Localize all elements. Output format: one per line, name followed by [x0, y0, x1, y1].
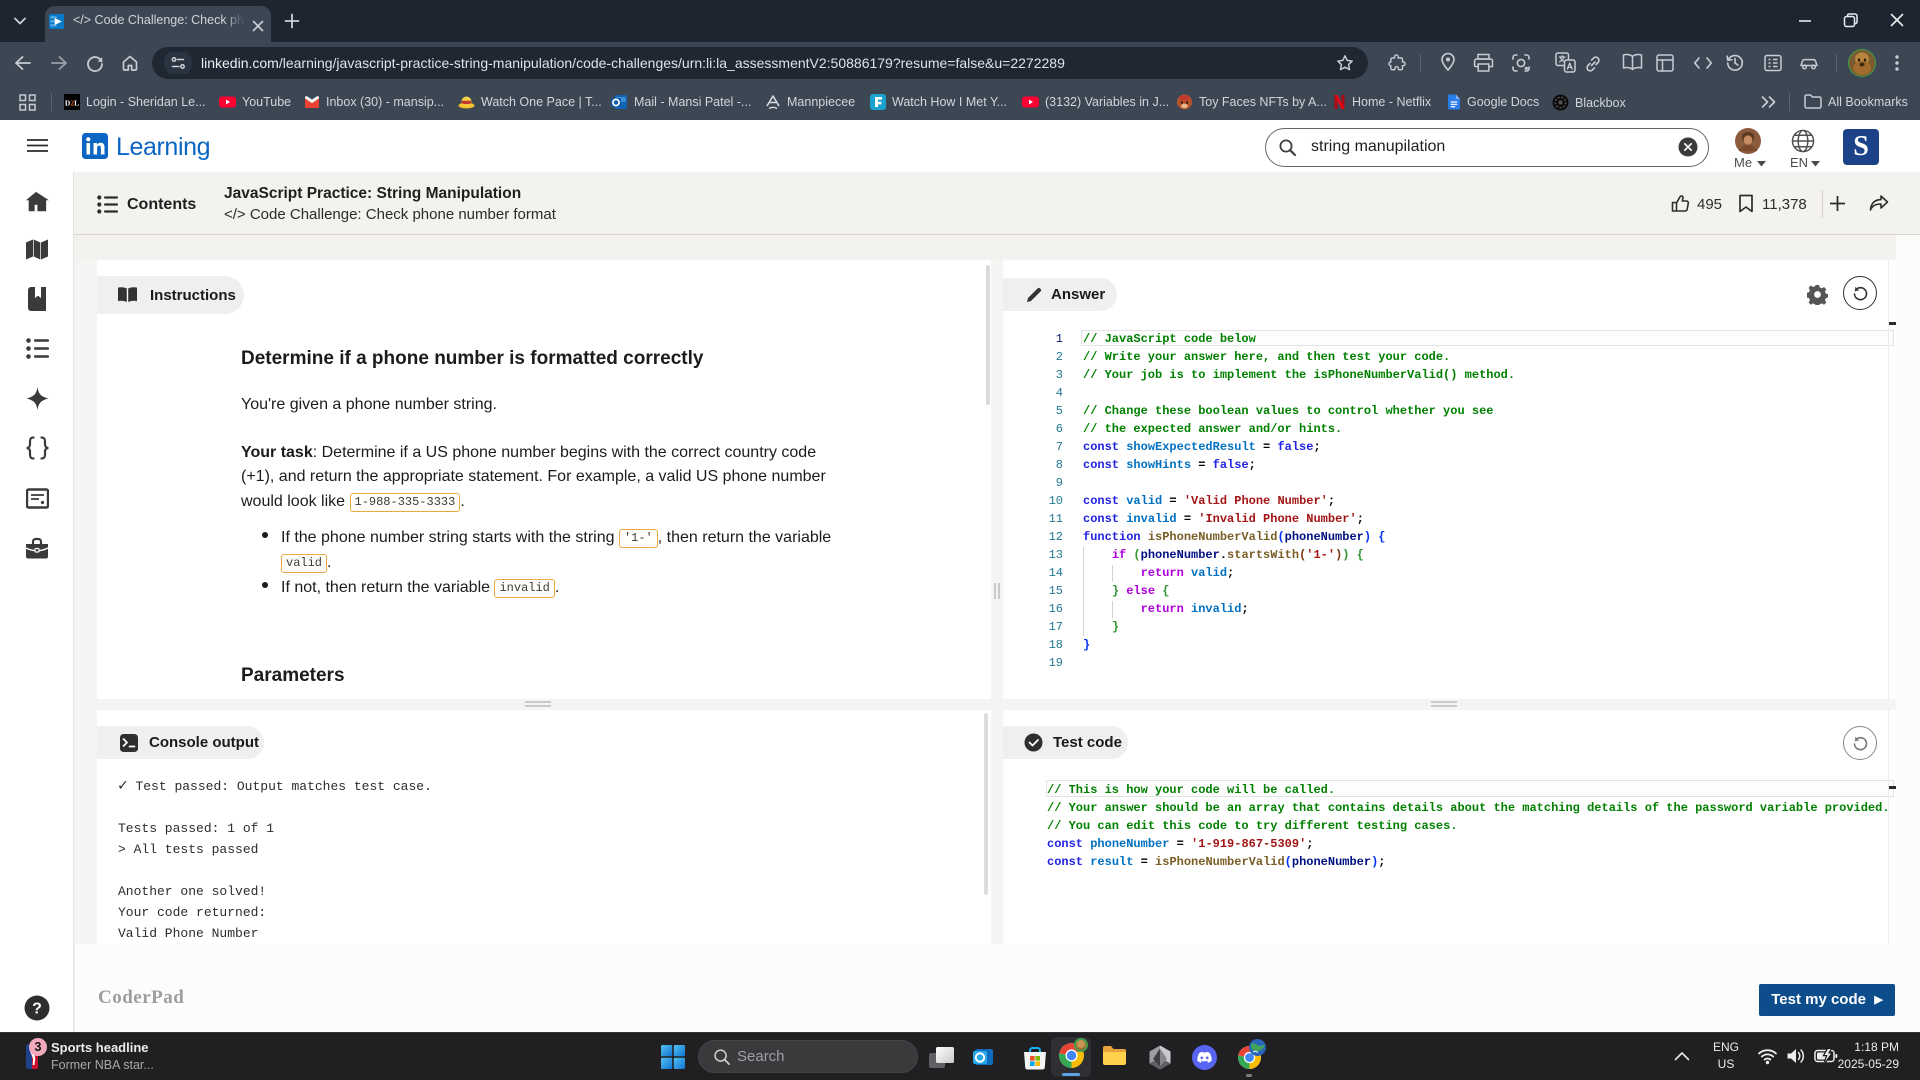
svg-text:D2L: D2L	[65, 99, 79, 108]
svg-text:?: ?	[32, 1001, 42, 1018]
